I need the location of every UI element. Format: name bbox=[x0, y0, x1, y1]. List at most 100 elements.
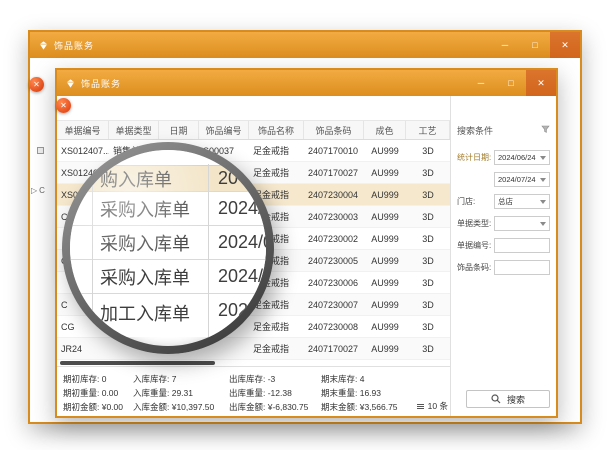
magnified-doc-type: 采购入库单 bbox=[70, 230, 208, 256]
cell: 2407230005 bbox=[304, 250, 364, 271]
barcode-label: 饰品条码: bbox=[457, 262, 491, 273]
cell: 2407170027 bbox=[304, 162, 364, 183]
cell: 足金戒指 bbox=[249, 338, 304, 359]
cell: 3D bbox=[406, 140, 450, 161]
cell: 3D bbox=[406, 184, 450, 205]
inbound-amount: 入库金额: ¥10,397.50 bbox=[133, 401, 229, 413]
cell: 2407230008 bbox=[304, 316, 364, 337]
doc-no-label: 单据编号: bbox=[457, 240, 491, 251]
outbound-amount: 出库金额: ¥-6,830.75 bbox=[229, 401, 321, 413]
magnified-gridline bbox=[92, 164, 93, 346]
magnified-row: 采购入库单 2024/0... bbox=[70, 191, 266, 225]
cell: AU999 bbox=[364, 206, 406, 227]
minimize-button[interactable]: ─ bbox=[490, 32, 520, 58]
magnified-row: 采购入库单 2024/0... bbox=[70, 225, 266, 259]
cell: AU999 bbox=[364, 294, 406, 315]
col-header-doc-no[interactable]: 单据编号 bbox=[57, 121, 109, 139]
doc-no-input[interactable] bbox=[494, 238, 550, 253]
table-row[interactable]: JR24足金戒指2407170027AU9993D bbox=[57, 338, 452, 360]
amount-totals-row: 期初金额: ¥0.00 入库金额: ¥10,397.50 出库金额: ¥-6,8… bbox=[63, 400, 452, 414]
cell: 3D bbox=[406, 250, 450, 271]
cell: 足金戒指 bbox=[249, 162, 304, 183]
store-value: 总店 bbox=[498, 196, 513, 207]
app-gem-icon bbox=[38, 40, 49, 51]
col-header-barcode[interactable]: 饰品条码 bbox=[304, 121, 364, 139]
cell: AU999 bbox=[364, 184, 406, 205]
cell: AU999 bbox=[364, 140, 406, 161]
col-header-date[interactable]: 日期 bbox=[159, 121, 199, 139]
date-from-value: 2024/06/24 bbox=[498, 153, 536, 162]
records-icon bbox=[417, 404, 424, 405]
background-tree-item[interactable]: ▷ C bbox=[31, 186, 45, 195]
magnifier-lens-glass: 购入库单 20 采购入库单 2024/0... 采购入库单 2024/0... … bbox=[70, 150, 266, 346]
maximize-button[interactable]: □ bbox=[496, 70, 526, 96]
magnified-date: 2024/0... bbox=[208, 198, 266, 219]
cell: AU999 bbox=[364, 316, 406, 337]
closing-weight: 期末重量: 16.93 bbox=[321, 387, 421, 399]
dialog-titlebar: 饰品账务 ─ □ ✕ bbox=[57, 70, 556, 96]
cell: 3D bbox=[406, 294, 450, 315]
cell: 2407230002 bbox=[304, 228, 364, 249]
cell: 3D bbox=[406, 162, 450, 183]
cell: 2407230003 bbox=[304, 206, 364, 227]
background-titlebar: 饰品账务 ─ □ ✕ bbox=[30, 32, 580, 58]
magnified-doc-type: 采购入库单 bbox=[70, 264, 208, 290]
magnified-date: 20 bbox=[208, 168, 238, 189]
cell: 2407230007 bbox=[304, 294, 364, 315]
chevron-down-icon bbox=[540, 200, 546, 204]
cell: 2407170010 bbox=[304, 140, 364, 161]
barcode-row: 饰品条码: bbox=[457, 260, 550, 275]
tree-expander-icon[interactable]: ▷ bbox=[31, 186, 37, 195]
maximize-button[interactable]: □ bbox=[520, 32, 550, 58]
search-icon bbox=[491, 394, 501, 404]
doc-type-select[interactable] bbox=[494, 216, 550, 231]
window-title: 饰品账务 bbox=[54, 39, 94, 52]
col-header-item-name[interactable]: 饰品名称 bbox=[249, 121, 304, 139]
close-badge[interactable]: ✕ bbox=[56, 98, 71, 113]
magnified-row: 采购入库单 2024/0... bbox=[70, 259, 266, 293]
date-to-select[interactable]: 2024/07/24 bbox=[494, 172, 550, 187]
search-button[interactable]: 搜索 bbox=[466, 390, 550, 408]
cell: XS012407... bbox=[57, 140, 109, 161]
cell: AU999 bbox=[364, 272, 406, 293]
screen: 饰品账务 ─ □ ✕ ▷ C ✕ 饰品账务 ─ □ ✕ bbox=[0, 0, 610, 450]
col-header-doc-type[interactable]: 单据类型 bbox=[109, 121, 159, 139]
window-title: 饰品账务 bbox=[81, 77, 121, 90]
magnified-gridline bbox=[208, 164, 209, 346]
opening-stock: 期初库存: 0 bbox=[63, 373, 133, 385]
cell: 3D bbox=[406, 338, 450, 359]
cell: 足金戒指 bbox=[249, 316, 304, 337]
store-select[interactable]: 总店 bbox=[494, 194, 550, 209]
date-from-row: 统计日期: 2024/06/24 bbox=[457, 150, 550, 165]
cell: AU999 bbox=[364, 250, 406, 271]
date-to-value: 2024/07/24 bbox=[498, 175, 536, 184]
cell: 2407230004 bbox=[304, 184, 364, 205]
closing-stock: 期末库存: 4 bbox=[321, 373, 421, 385]
barcode-input[interactable] bbox=[494, 260, 550, 275]
magnified-date: 2024/0... bbox=[208, 266, 266, 287]
cell: JR24 bbox=[57, 338, 109, 359]
date-from-select[interactable]: 2024/06/24 bbox=[494, 150, 550, 165]
weight-totals-row: 期初重量: 0.00 入库重量: 29.31 出库重量: -12.38 期末重量… bbox=[63, 386, 452, 400]
cell: AU999 bbox=[364, 338, 406, 359]
minimize-button[interactable]: ─ bbox=[466, 70, 496, 96]
close-badge[interactable]: ✕ bbox=[29, 77, 44, 92]
store-row: 门店: 总店 bbox=[457, 194, 550, 209]
doc-type-label: 单据类型: bbox=[457, 218, 491, 229]
titlebar-left: 饰品账务 bbox=[57, 70, 466, 96]
totals-bar: 期初库存: 0 入库库存: 7 出库库存: -3 期末库存: 4 期初重量: 0… bbox=[57, 366, 452, 416]
pin-icon[interactable] bbox=[541, 125, 550, 135]
cell: 足金戒指 bbox=[249, 140, 304, 161]
col-header-craft[interactable]: 工艺 bbox=[406, 121, 450, 139]
inbound-weight: 入库重量: 29.31 bbox=[133, 387, 229, 399]
col-header-item-no[interactable]: 饰品编号 bbox=[199, 121, 249, 139]
chevron-down-icon bbox=[540, 222, 546, 226]
date-range-label: 统计日期: bbox=[457, 152, 491, 163]
close-button[interactable]: ✕ bbox=[550, 32, 580, 58]
cell: 3D bbox=[406, 206, 450, 227]
col-header-purity[interactable]: 成色 bbox=[364, 121, 406, 139]
close-button[interactable]: ✕ bbox=[526, 70, 556, 96]
store-label: 门店: bbox=[457, 196, 475, 207]
cell: 3D bbox=[406, 316, 450, 337]
horizontal-scrollbar-thumb[interactable] bbox=[60, 361, 215, 365]
